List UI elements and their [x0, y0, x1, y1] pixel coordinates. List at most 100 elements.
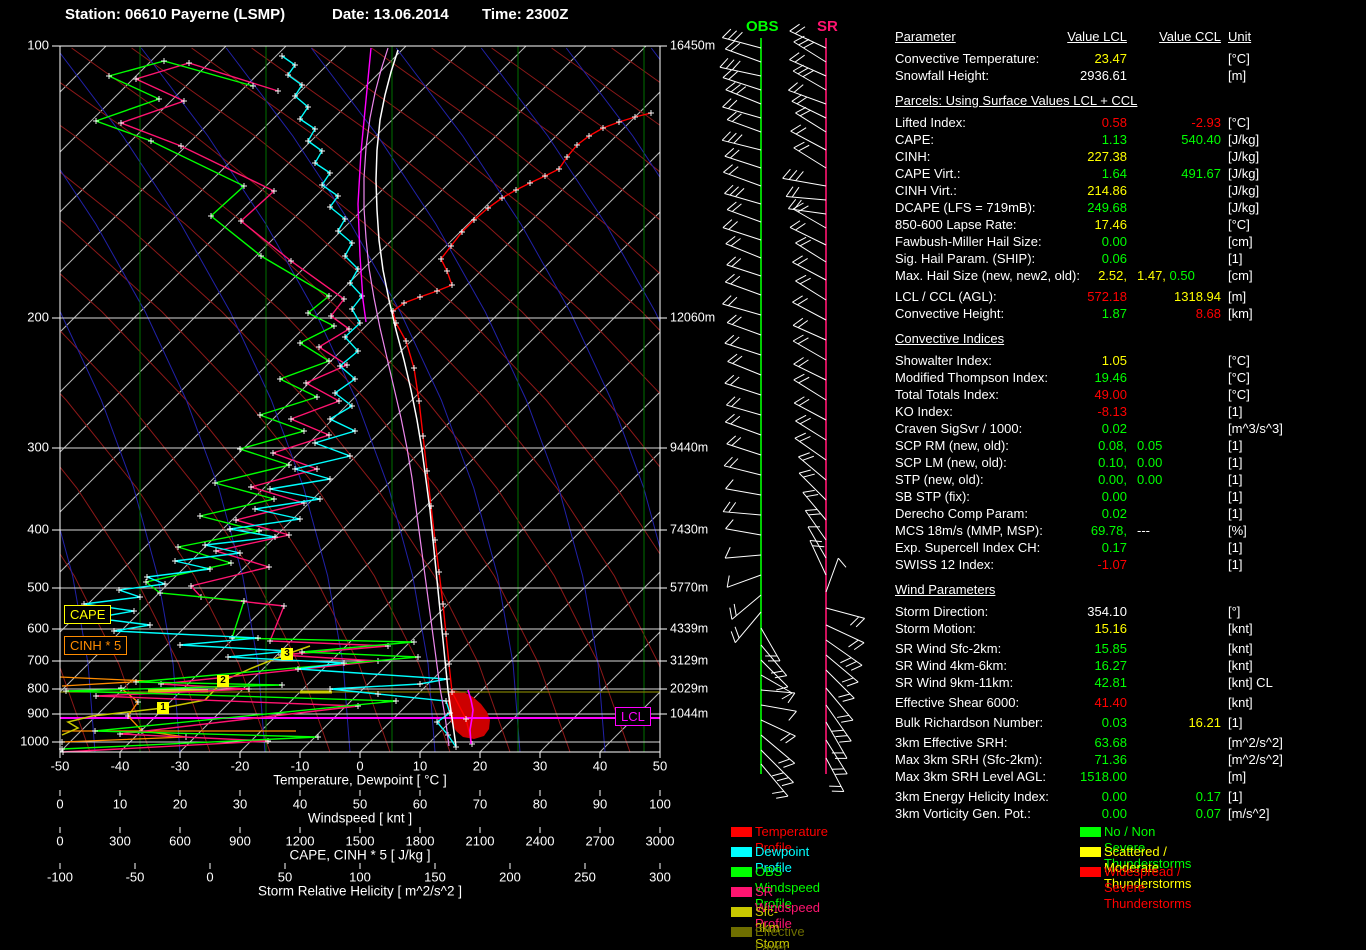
- unit-label: [km]: [1228, 305, 1253, 322]
- unit-label: [°C]: [1228, 386, 1250, 403]
- unit-label: [°C]: [1228, 216, 1250, 233]
- table-row: SR Wind Sfc-2km:15.85[knt]: [895, 640, 1365, 657]
- unit-label: [1]: [1228, 556, 1242, 573]
- value-ccl: 16.21: [1132, 714, 1221, 731]
- unit-label: [m^3/s^3]: [1228, 420, 1283, 437]
- table-row: Storm Motion:15.16[knt]: [895, 620, 1365, 637]
- value-ccl: 0.00: [1137, 471, 1162, 488]
- srh-km-marker-2: 2: [217, 675, 229, 687]
- value-text: 572.18: [1087, 289, 1127, 304]
- table-row: 850-600 Lapse Rate:17.46[°C]: [895, 216, 1365, 233]
- svg-text:9440m: 9440m: [670, 440, 708, 454]
- unit-label: [1]: [1228, 250, 1242, 267]
- value-text: 19.46: [1094, 370, 1127, 385]
- unit-label: [1]: [1228, 539, 1242, 556]
- svg-text:300: 300: [27, 439, 49, 454]
- unit-label: [J/kg]: [1228, 148, 1259, 165]
- value-ccl: 491.67: [1132, 165, 1221, 182]
- header-unit: Unit: [1228, 28, 1251, 45]
- value-lcl: 1.05: [995, 352, 1127, 369]
- table-row: Showalter Index:1.05[°C]: [895, 352, 1365, 369]
- value-text: 1318.94: [1174, 289, 1221, 304]
- svg-text:1200: 1200: [286, 833, 315, 848]
- value-lcl: 69.78,: [995, 522, 1127, 539]
- legend-swatch-icon: [1080, 827, 1101, 837]
- legend-swatch-icon: [731, 907, 752, 917]
- title-station: Station: 06610 Payerne (LSMP): [65, 6, 285, 23]
- value-lcl: -8.13: [995, 403, 1127, 420]
- value-text: 15.85: [1094, 641, 1127, 656]
- value-lcl: 1.13: [995, 131, 1127, 148]
- svg-text:200: 200: [499, 869, 521, 884]
- value-text: 0.06: [1102, 251, 1127, 266]
- legend-swatch-icon: [731, 867, 752, 877]
- unit-label: [m]: [1228, 67, 1246, 84]
- sounding-viewer: 10016450m20012060m3009440m4007430m500577…: [0, 0, 1366, 950]
- value-lcl: 0.10,: [995, 454, 1127, 471]
- table-row: KO Index:-8.13[1]: [895, 403, 1365, 420]
- param-label: CAPE:: [895, 131, 934, 148]
- value-text: 0.17: [1196, 789, 1221, 804]
- value-lcl: 0.02: [995, 420, 1127, 437]
- svg-text:-50: -50: [126, 869, 145, 884]
- x-axis-0: -50-40-30-20-1001020304050Temperature, D…: [51, 752, 668, 788]
- value-text: 0.05: [1137, 438, 1162, 453]
- value-ccl: ---: [1137, 522, 1150, 539]
- svg-text:-50: -50: [51, 758, 70, 773]
- value-ccl: 540.40: [1132, 131, 1221, 148]
- value-lcl: 2.52,: [995, 267, 1127, 284]
- table-row: SR Wind 4km-6km:16.27[knt]: [895, 657, 1365, 674]
- table-row: CAPE Virt.:1.64491.67[J/kg]: [895, 165, 1365, 182]
- table-row: SB STP (fix):0.00[1]: [895, 488, 1365, 505]
- value-lcl: 0.08,: [995, 437, 1127, 454]
- value-text: 16.27: [1094, 658, 1127, 673]
- value-ccl: 1318.94: [1132, 288, 1221, 305]
- value-text: 354.10: [1087, 604, 1127, 619]
- value-lcl: 0.00,: [995, 471, 1127, 488]
- svg-text:50: 50: [653, 758, 667, 773]
- unit-label: [1]: [1228, 454, 1242, 471]
- svg-text:30: 30: [233, 796, 247, 811]
- table-row: Lifted Index:0.58-2.93[°C]: [895, 114, 1365, 131]
- value-text: 16.21: [1188, 715, 1221, 730]
- svg-text:300: 300: [109, 833, 131, 848]
- svg-text:900: 900: [229, 833, 251, 848]
- table-row: Snowfall Height: 2936.61 [m]: [895, 67, 1365, 84]
- legend-swatch-icon: [731, 827, 752, 837]
- param-label: Snowfall Height:: [895, 67, 989, 84]
- value-text: 0.00: [1137, 455, 1162, 470]
- value-text: 0.00: [1102, 789, 1127, 804]
- svg-text:800: 800: [27, 680, 49, 695]
- svg-text:100: 100: [649, 796, 671, 811]
- legend-swatch-icon: [731, 887, 752, 897]
- chart-grid: [0, 46, 890, 752]
- table-row: Convective Temperature:23.47[°C]: [895, 50, 1365, 67]
- value-text: 0.08,: [1098, 438, 1127, 453]
- header-value-ccl: Value CCL: [1132, 28, 1221, 45]
- table-row: Derecho Comp Param:0.02[1]: [895, 505, 1365, 522]
- table-row: Max 3km SRH Level AGL:1518.00[m]: [895, 768, 1365, 785]
- svg-text:50: 50: [353, 796, 367, 811]
- value-text: 8.68: [1196, 306, 1221, 321]
- unit-label: [°]: [1228, 603, 1240, 620]
- value-text: 17.46: [1094, 217, 1127, 232]
- param-label: Showalter Index:: [895, 352, 992, 369]
- value-text: ---: [1137, 523, 1150, 538]
- unit-label: [°C]: [1228, 50, 1250, 67]
- title-time: Time: 2300Z: [482, 6, 568, 23]
- value-text: 2.52,: [1098, 268, 1127, 283]
- svg-text:2100: 2100: [466, 833, 495, 848]
- unit-label: [m/s^2]: [1228, 805, 1270, 822]
- value-text: 1.05: [1102, 353, 1127, 368]
- table-row: CINH:227.38[J/kg]: [895, 148, 1365, 165]
- header-value-lcl: Value LCL: [995, 28, 1127, 45]
- unit-label: [1]: [1228, 471, 1242, 488]
- value-text: 1.64: [1102, 166, 1127, 181]
- unit-label: [1]: [1228, 714, 1242, 731]
- svg-text:900: 900: [27, 705, 49, 720]
- unit-label: [cm]: [1228, 267, 1253, 284]
- value-text: 2936.61: [1080, 68, 1127, 83]
- svg-text:80: 80: [533, 796, 547, 811]
- value-text: 0.58: [1102, 115, 1127, 130]
- svg-text:600: 600: [169, 833, 191, 848]
